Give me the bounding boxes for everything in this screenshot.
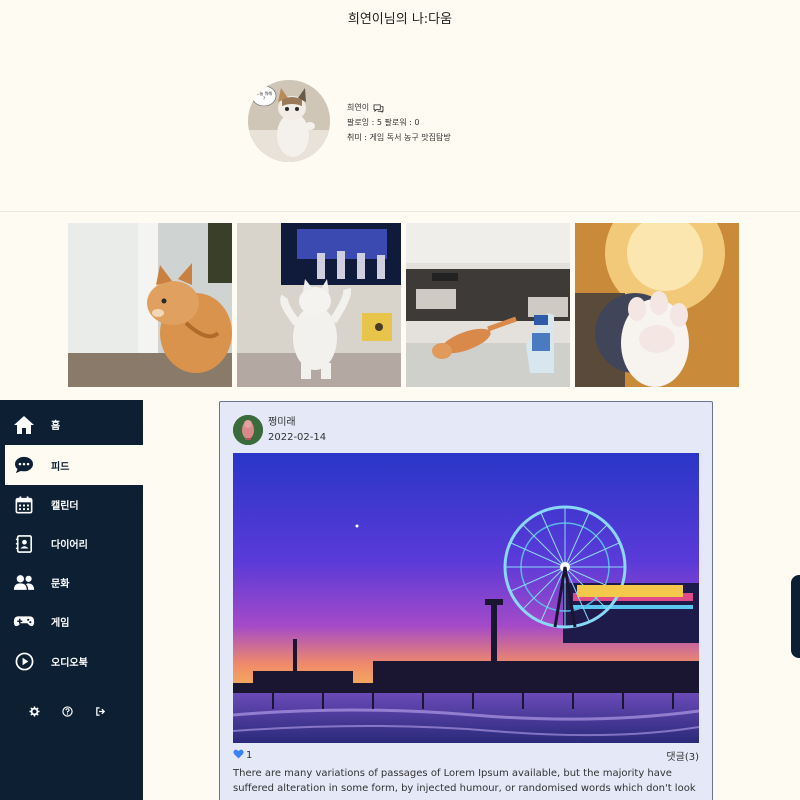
play-circle-icon [13, 651, 35, 673]
sidebar-utility-icons [28, 705, 106, 717]
contact-book-icon [13, 533, 35, 555]
feed-post-card: 쩡미래 2022-02-14 1 댓글(3) There are many va… [219, 401, 713, 800]
logout-icon[interactable] [94, 705, 106, 717]
post-author-avatar[interactable] [233, 415, 263, 445]
home-icon [13, 414, 35, 436]
sidebar-item-label: 홈 [51, 421, 61, 432]
sidebar-item-label: 피드 [51, 461, 70, 473]
right-drawer-handle[interactable] [791, 575, 800, 658]
gamepad-icon [13, 611, 35, 633]
gallery-photo-dancing-cat[interactable] [237, 223, 401, 387]
post-author-name: 쩡미래 [268, 417, 296, 428]
sidebar-item-diary[interactable]: 다이어리 [0, 524, 143, 563]
sidebar-item-audiobook[interactable]: 오디오북 [0, 642, 143, 681]
users-icon [13, 572, 35, 594]
sidebar-item-culture[interactable]: 문화 [0, 563, 143, 602]
calendar-icon [13, 494, 35, 516]
comments-link[interactable]: 댓글(3) [666, 748, 699, 763]
sidebar-item-game[interactable]: 게임 [0, 602, 143, 641]
sidebar-item-home[interactable]: 홈 [0, 405, 143, 444]
gallery-photo-cat-paw[interactable] [575, 223, 739, 387]
gear-icon[interactable] [28, 705, 40, 717]
sidebar-item-label: 오디오북 [51, 658, 88, 669]
heart-icon [233, 749, 244, 762]
profile-name: 희연이 [347, 102, 370, 112]
help-icon[interactable] [61, 705, 73, 717]
gallery-photo-stretching-cat[interactable] [406, 223, 570, 387]
sidebar-item-label: 게임 [51, 618, 70, 629]
post-body-text: There are many variations of passages of… [233, 768, 696, 794]
sidebar-item-label: 다이어리 [51, 540, 88, 551]
photo-gallery [68, 223, 739, 387]
post-image[interactable] [233, 453, 699, 743]
follow-stats: 팔로잉 : 5 팔로워 : 0 [347, 117, 420, 127]
profile-hobbies: 취미 : 게임 독서 농구 맛집탐방 [347, 132, 451, 142]
like-count: 1 [246, 750, 253, 761]
sidebar-item-label: 캘린더 [51, 501, 79, 512]
site-title: 희연이님의 나:다움 [347, 12, 453, 27]
chat-bubble-icon [13, 454, 35, 476]
profile-header: 오늘 뭐해 ? 희연이 팔로잉 : 5 팔로워 : 0 취미 : 게임 독서 농… [248, 80, 451, 162]
gallery-photo-cat-window[interactable] [68, 223, 232, 387]
post-date: 2022-02-14 [268, 432, 327, 443]
chat-icon[interactable] [373, 103, 384, 113]
sidebar-item-feed[interactable]: 피드 [5, 445, 143, 485]
sidebar-item-calendar[interactable]: 캘린더 [0, 485, 143, 524]
sidebar-item-label: 문화 [51, 579, 70, 590]
profile-avatar[interactable]: 오늘 뭐해 ? [248, 80, 330, 162]
svg-text:?: ? [263, 96, 265, 101]
post-author[interactable]: 쩡미래 2022-02-14 [233, 415, 326, 445]
like-button[interactable]: 1 [233, 748, 252, 763]
header-divider [0, 211, 800, 212]
